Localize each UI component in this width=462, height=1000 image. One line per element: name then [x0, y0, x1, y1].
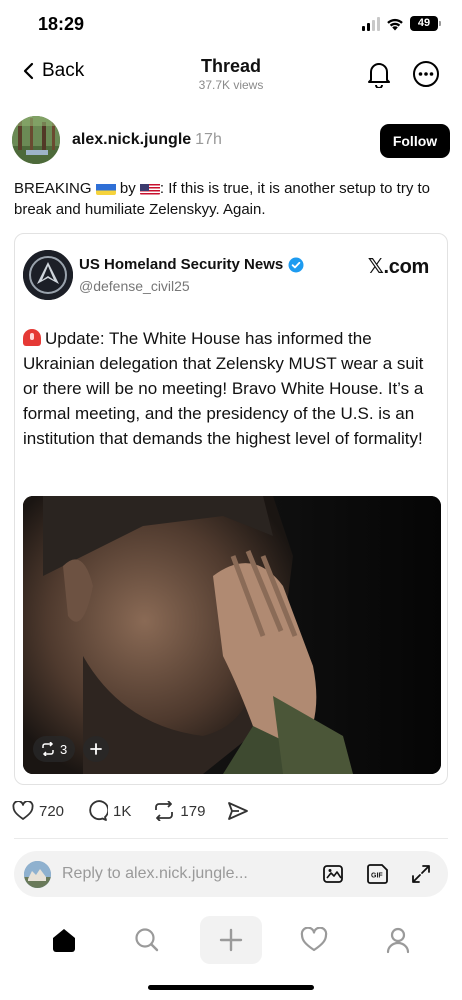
reply-avatar	[24, 861, 51, 888]
wifi-icon	[387, 18, 403, 30]
heart-icon	[12, 801, 34, 820]
photo-overlay-buttons: 3	[33, 736, 110, 762]
embed-text: Update: The White House has informed the…	[23, 326, 433, 451]
post-username[interactable]: alex.nick.jungle 17h	[72, 131, 222, 149]
battery-icon: 49	[410, 16, 441, 31]
photo-repost-count: 3	[60, 741, 68, 757]
tab-home[interactable]	[40, 916, 88, 964]
photo-add-button[interactable]	[83, 736, 110, 762]
tab-search[interactable]	[123, 916, 171, 964]
profile-icon	[386, 927, 410, 954]
embedded-post-card[interactable]: US Homeland Security News @defense_civil…	[14, 233, 448, 785]
heart-icon	[300, 927, 328, 952]
repost-button[interactable]: 179	[153, 801, 205, 821]
ukraine-flag-icon	[95, 182, 116, 195]
embed-source: 𝕏.com	[367, 256, 430, 278]
plus-icon	[219, 928, 243, 952]
home-icon	[53, 929, 75, 952]
status-bar: 18:29 49	[0, 0, 462, 48]
nav-actions	[366, 60, 440, 88]
tab-bar	[0, 910, 462, 970]
avatar[interactable]	[12, 116, 60, 164]
status-time: 18:29	[38, 14, 85, 34]
shield-logo-icon	[23, 250, 73, 300]
embed-name-text: US Homeland Security News	[79, 256, 284, 273]
repost-count: 179	[180, 802, 206, 820]
reply-input[interactable]	[62, 851, 292, 897]
tab-activity[interactable]	[290, 916, 338, 964]
comment-button[interactable]: 1K	[86, 800, 131, 822]
post-text-part-2: by	[119, 180, 136, 197]
like-button[interactable]: 720	[12, 801, 64, 821]
tab-profile[interactable]	[374, 916, 422, 964]
gif-icon[interactable]: GIF	[366, 862, 390, 886]
svg-text:GIF: GIF	[371, 873, 383, 880]
siren-icon	[23, 329, 41, 346]
like-count: 720	[39, 802, 65, 820]
home-indicator	[148, 985, 314, 990]
embed-account-name: US Homeland Security News	[79, 256, 304, 273]
plus-icon	[90, 743, 103, 755]
divider	[14, 838, 448, 839]
embed-handle: @defense_civil25	[79, 278, 190, 294]
send-icon	[228, 802, 249, 820]
comment-icon	[89, 800, 109, 821]
repost-icon	[155, 801, 174, 821]
post-text-part-1: BREAKING	[14, 180, 92, 197]
photo-repost-button[interactable]: 3	[33, 736, 76, 762]
repost-icon	[42, 742, 54, 756]
expand-icon[interactable]	[410, 863, 432, 885]
bell-icon[interactable]	[366, 60, 392, 88]
us-flag-icon	[139, 182, 160, 195]
tab-new-post[interactable]	[200, 916, 262, 964]
search-icon	[135, 928, 159, 952]
post-time: 17h	[195, 131, 222, 148]
follow-button[interactable]: Follow	[380, 124, 450, 158]
status-icons: 49	[362, 16, 441, 31]
cellular-signal-icon	[362, 16, 380, 31]
reply-tools: GIF	[322, 862, 432, 886]
post-text: BREAKING by : If this is true, it is ano…	[14, 178, 448, 220]
nav-header: Back Thread 37.7K views	[0, 48, 462, 104]
username-text[interactable]: alex.nick.jungle	[72, 131, 191, 148]
comment-count: 1K	[113, 802, 132, 820]
verified-badge-icon	[288, 257, 304, 272]
more-icon[interactable]	[412, 60, 440, 88]
share-button[interactable]	[227, 801, 249, 821]
image-picker-icon[interactable]	[322, 862, 346, 886]
embed-photo[interactable]: 3	[23, 496, 441, 774]
embed-text-body: Update: The White House has informed the…	[23, 329, 424, 448]
post-actions: 720 1K 179	[12, 800, 249, 822]
reply-bar: GIF	[14, 851, 448, 897]
post-header: alex.nick.jungle 17h Follow	[12, 116, 450, 166]
